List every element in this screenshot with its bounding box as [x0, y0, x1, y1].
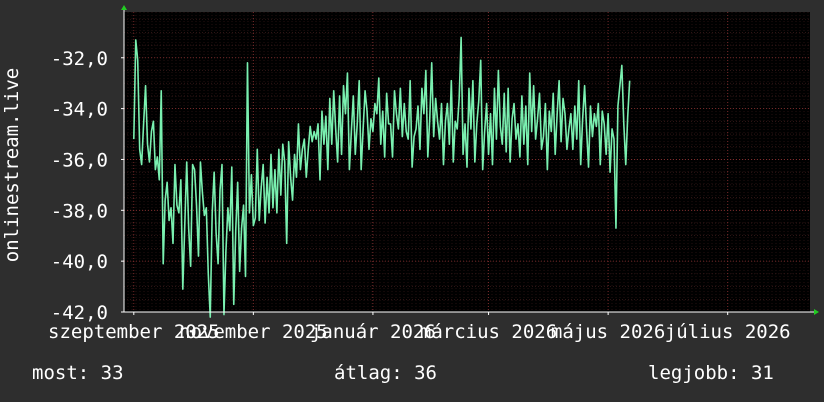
x-tick-label: január 2026: [310, 321, 436, 343]
y-tick-label: -38,0: [51, 200, 108, 222]
x-tick-label: május 2026: [551, 321, 665, 343]
y-tick-label: -36,0: [51, 149, 108, 171]
stat-now: most: 33: [32, 362, 124, 384]
stat-best: legjobb: 31: [648, 362, 774, 384]
y-tick-label: -34,0: [51, 99, 108, 121]
x-tick-labels: szeptember 2025november 2025január 2026m…: [48, 321, 791, 343]
stat-average: átlag: 36: [334, 362, 437, 384]
x-tick-label: július 2026: [665, 321, 791, 343]
y-tick-label: -40,0: [51, 251, 108, 273]
x-axis-arrow: [814, 309, 819, 315]
y-tick-labels: -32,0-34,0-36,0-38,0-40,0-42,0: [51, 48, 108, 324]
chart: -32,0-34,0-36,0-38,0-40,0-42,0 szeptembe…: [1, 5, 819, 343]
x-tick-label: november 2025: [179, 321, 328, 343]
y-axis-label: onlinestream.live: [1, 68, 23, 262]
x-tick-label: március 2026: [420, 321, 557, 343]
y-tick-label: -32,0: [51, 48, 108, 70]
y-axis-arrow: [121, 5, 127, 10]
